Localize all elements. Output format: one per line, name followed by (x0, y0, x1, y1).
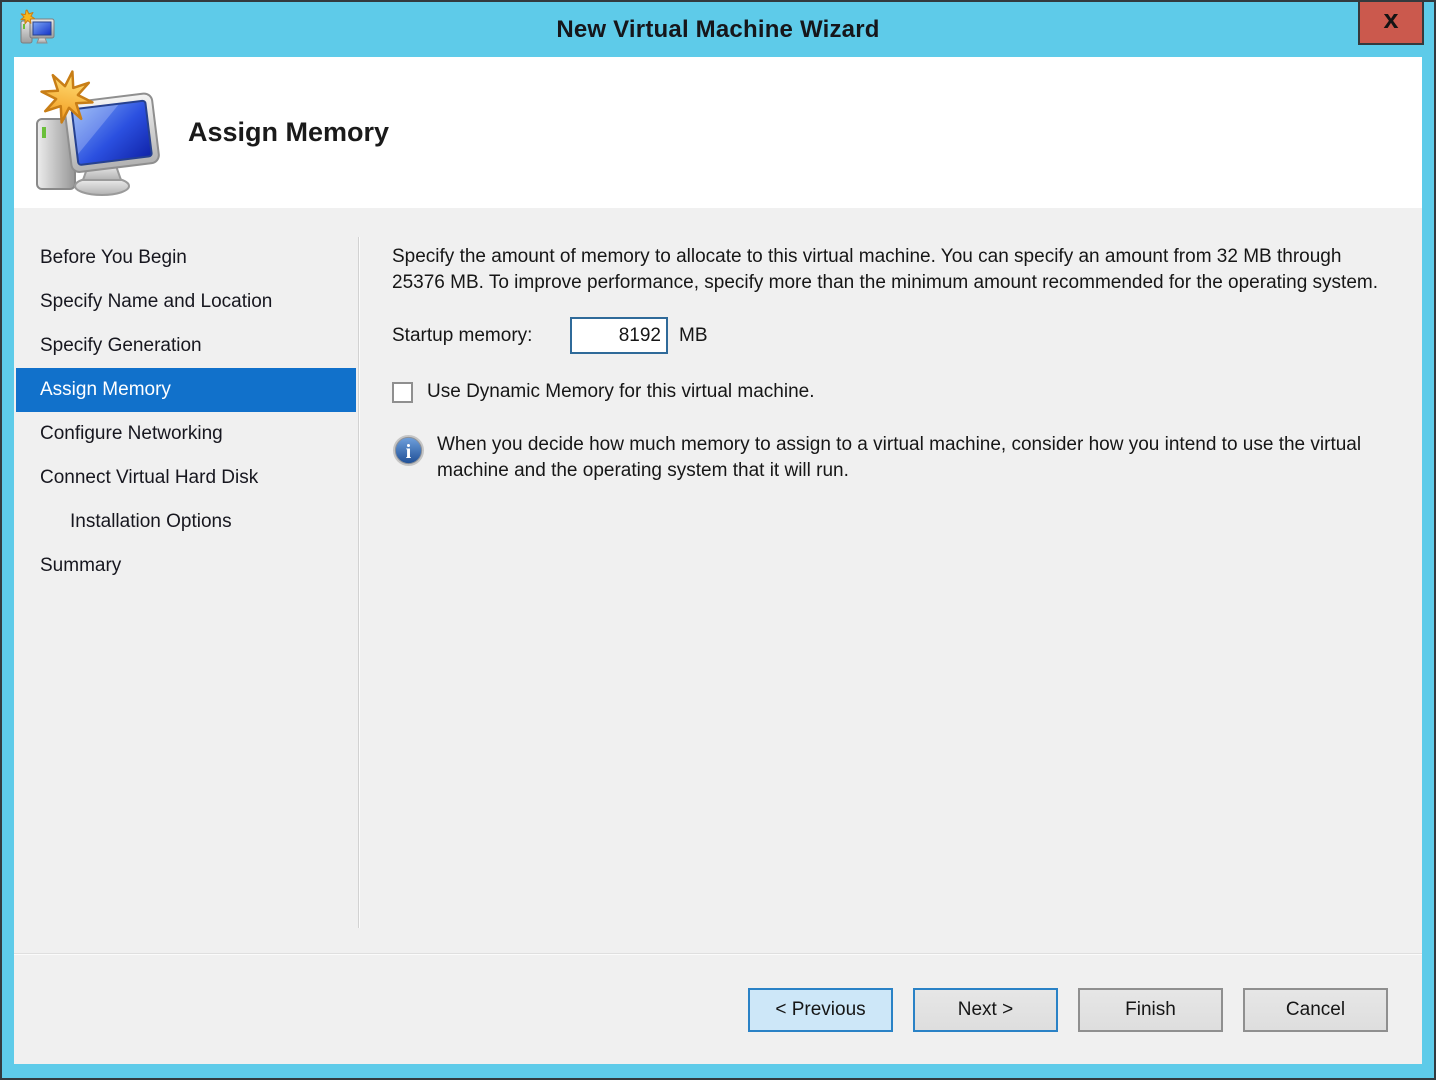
info-icon: i (392, 434, 425, 467)
dialog-surface: Assign Memory Before You Begin Specify N… (14, 57, 1422, 1064)
sidebar-item-label: Summary (40, 555, 122, 576)
sidebar-item-label: Configure Networking (40, 423, 223, 444)
sidebar-item-configure-networking[interactable]: Configure Networking (14, 412, 356, 456)
startup-memory-input[interactable] (570, 317, 668, 354)
sidebar-item-label: Specify Name and Location (40, 291, 273, 312)
wizard-window: New Virtual Machine Wizard x Assign Memo… (0, 0, 1436, 1080)
info-note-row: i When you decide how much memory to ass… (392, 432, 1382, 484)
startup-memory-unit: MB (679, 324, 708, 346)
step-content: Specify the amount of memory to allocate… (358, 208, 1422, 953)
sidebar-item-label: Installation Options (70, 511, 232, 532)
wizard-header: Assign Memory (14, 57, 1422, 208)
close-icon: x (1383, 4, 1399, 34)
dynamic-memory-label: Use Dynamic Memory for this virtual mach… (427, 381, 815, 402)
sidebar-item-label: Before You Begin (40, 247, 187, 268)
close-button[interactable]: x (1358, 2, 1424, 45)
svg-text:i: i (406, 441, 412, 463)
info-note-text: When you decide how much memory to assig… (437, 434, 1362, 481)
sidebar-item-assign-memory[interactable]: Assign Memory (16, 368, 356, 412)
sidebar-item-summary[interactable]: Summary (14, 544, 356, 588)
dynamic-memory-checkbox[interactable] (392, 381, 413, 403)
finish-button[interactable]: Finish (1078, 988, 1223, 1032)
button-bar: < Previous Next > Finish Cancel (14, 954, 1422, 1064)
title-bar: New Virtual Machine Wizard x (2, 2, 1434, 57)
step-description: Specify the amount of memory to allocate… (392, 246, 1378, 293)
new-vm-header-icon (36, 69, 160, 196)
startup-memory-row: Startup memory: MB (392, 317, 1382, 354)
dynamic-memory-row: Use Dynamic Memory for this virtual mach… (392, 381, 1382, 403)
sidebar-item-before-you-begin[interactable]: Before You Begin (14, 236, 356, 280)
sidebar-divider (358, 237, 359, 928)
sidebar-item-installation-options[interactable]: Installation Options (14, 500, 356, 544)
previous-button[interactable]: < Previous (748, 988, 893, 1032)
sidebar-item-label: Specify Generation (40, 335, 202, 356)
page-title: Assign Memory (188, 117, 390, 147)
cancel-button[interactable]: Cancel (1243, 988, 1388, 1032)
sidebar-item-specify-generation[interactable]: Specify Generation (14, 324, 356, 368)
wizard-body: Before You Begin Specify Name and Locati… (14, 208, 1422, 953)
sidebar-item-connect-virtual-hard-disk[interactable]: Connect Virtual Hard Disk (14, 456, 356, 500)
sidebar-item-label: Connect Virtual Hard Disk (40, 467, 259, 488)
next-button[interactable]: Next > (913, 988, 1058, 1032)
startup-memory-label: Startup memory: (392, 324, 533, 346)
window-title: New Virtual Machine Wizard (556, 15, 880, 43)
step-sidebar: Before You Begin Specify Name and Locati… (14, 208, 358, 953)
sidebar-item-label: Assign Memory (40, 379, 171, 400)
sidebar-item-specify-name-and-location[interactable]: Specify Name and Location (14, 280, 356, 324)
